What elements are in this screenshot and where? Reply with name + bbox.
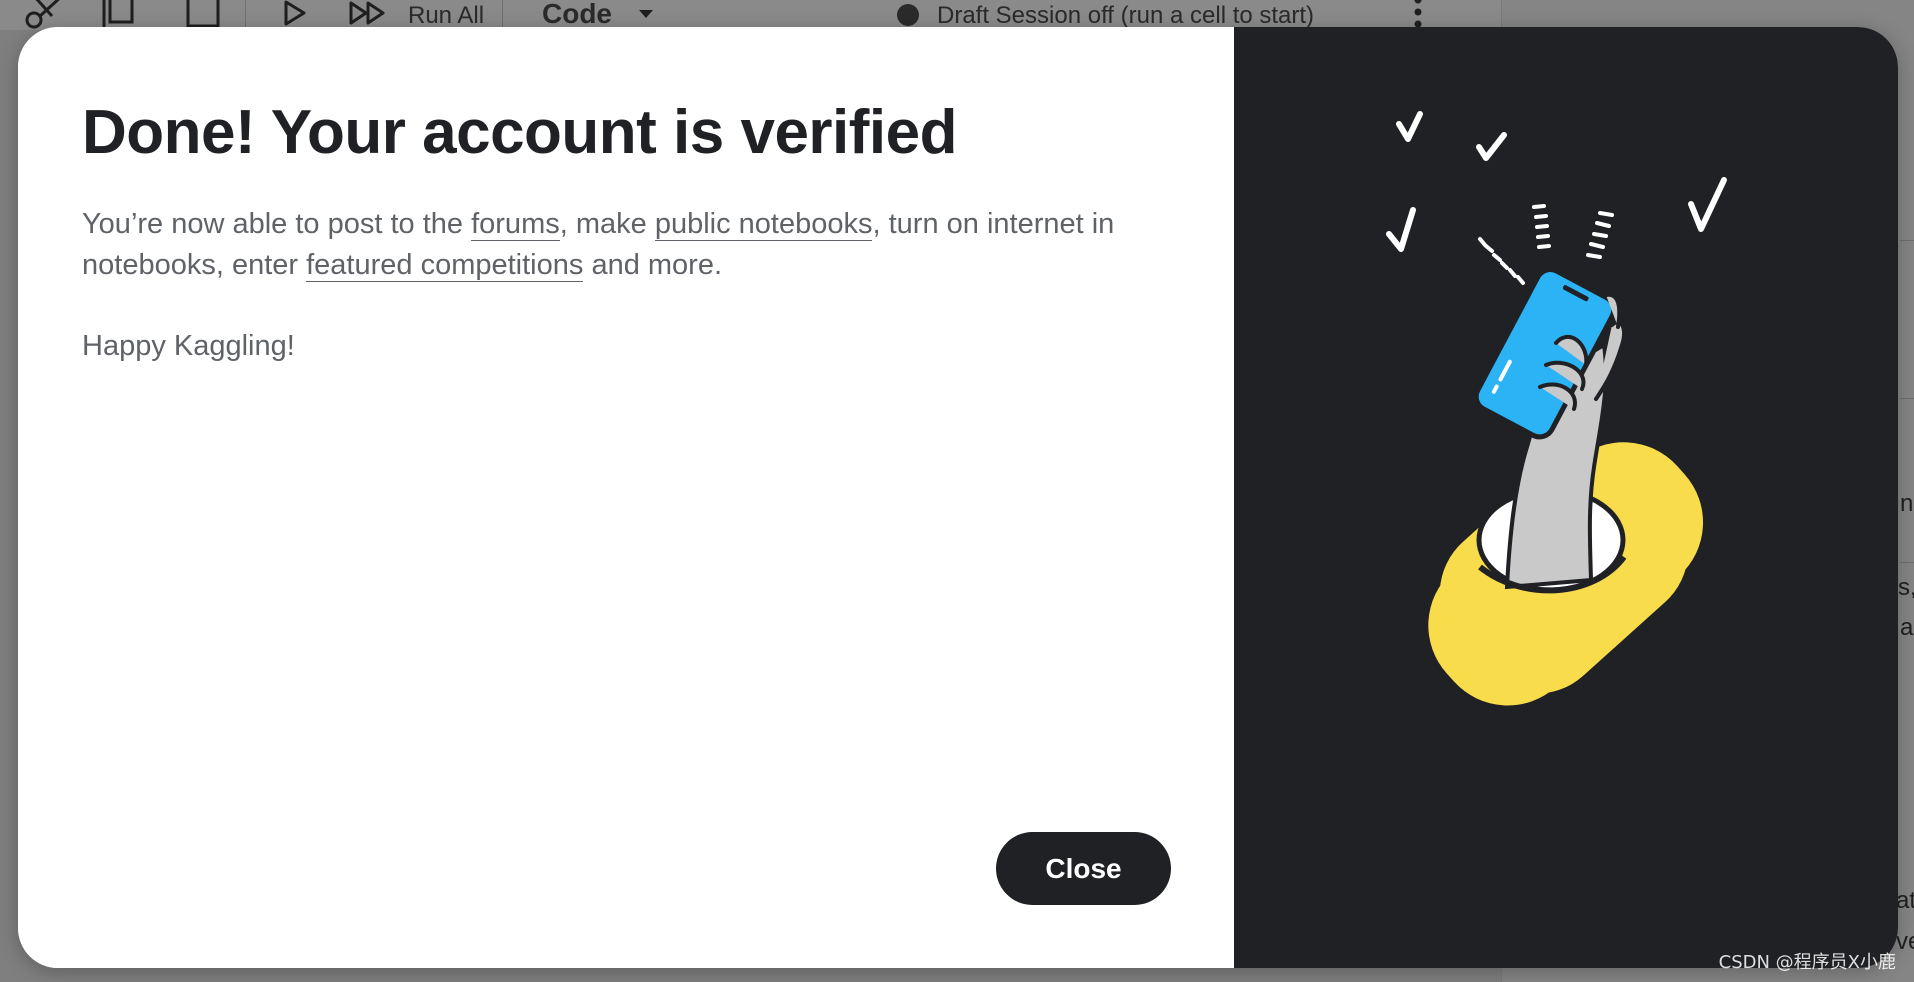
- run-all-button[interactable]: Run All: [408, 2, 484, 30]
- toolbar-divider: [245, 0, 246, 28]
- dialog-illustration-panel: [1234, 27, 1898, 968]
- message-text: You’re now able to post to the: [82, 208, 472, 240]
- verified-phone-illustration: [1386, 111, 1727, 706]
- checkmark-icon: [1386, 207, 1416, 252]
- closing-line: Happy Kaggling!: [82, 330, 295, 362]
- background-text: a: [1900, 614, 1914, 641]
- caret-down-icon[interactable]: [638, 8, 654, 20]
- panel-divider: [1900, 240, 1914, 241]
- session-status: Draft Session off (run a cell to start): [937, 2, 1315, 29]
- message-text: , make: [559, 208, 655, 240]
- forums-link[interactable]: forums: [471, 208, 560, 241]
- close-button[interactable]: Close: [996, 832, 1171, 905]
- checkmark-icon: [1476, 132, 1507, 161]
- more-vert-icon[interactable]: [1408, 0, 1428, 30]
- cell-type-select[interactable]: Code: [542, 0, 612, 30]
- background-text: n: [1900, 490, 1914, 517]
- checkmark-icon: [1688, 177, 1727, 232]
- featured-competitions-link[interactable]: featured competitions: [306, 249, 584, 282]
- dialog-title: Done! Your account is verified: [82, 98, 958, 167]
- panel-divider: [1900, 398, 1914, 399]
- background-text: ve: [1896, 928, 1914, 955]
- public-notebooks-link[interactable]: public notebooks: [654, 208, 873, 241]
- panel-divider: [1900, 562, 1914, 563]
- verification-dialog: Done! Your account is verified You’re no…: [18, 27, 1898, 968]
- message-text: and more.: [583, 249, 723, 281]
- fast-forward-icon[interactable]: [348, 0, 388, 28]
- status-dot-icon: [897, 4, 919, 26]
- watermark: CSDN @程序员X小鹿: [1718, 952, 1896, 973]
- background-text: s,: [1898, 574, 1914, 601]
- play-icon[interactable]: [280, 0, 310, 28]
- checkmark-icon: [1396, 111, 1423, 142]
- dialog-content: Done! Your account is verified You’re no…: [18, 27, 1234, 968]
- toolbar-divider: [502, 0, 503, 28]
- background-text: at: [1896, 887, 1914, 914]
- dialog-message: You’re now able to post to the forums, m…: [82, 204, 1182, 286]
